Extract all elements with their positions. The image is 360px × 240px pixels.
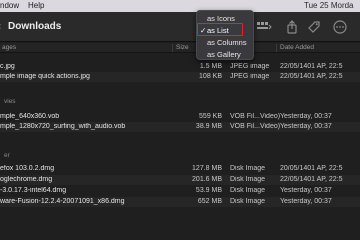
file-size: 127.8 MB (192, 165, 222, 172)
file-name: mple_1280x720_surfing_with_audio.vob (0, 123, 126, 130)
file-size: 1.5 MB (199, 63, 222, 70)
file-row[interactable]: oglechrome.dmg 201.6 MB Disk Image 22/05… (0, 175, 360, 185)
file-row[interactable]: c.jpg 1.5 MB JPEG image 22/05/1401 AP, 2… (0, 62, 360, 72)
group-header: vies (4, 98, 16, 105)
group-by-icon[interactable] (256, 19, 272, 35)
window-title: Downloads (8, 21, 62, 32)
view-mode-menu: as Icons ✓ as List as Columns as Gallery (196, 10, 254, 60)
file-size: 201.6 MB (192, 176, 222, 183)
file-name: ware-Fusion-12.2.4-20071091_x86.dmg (0, 198, 125, 205)
file-name: efox 103.0.2.dmg (0, 165, 55, 172)
file-row[interactable]: ware-Fusion-12.2.4-20071091_x86.dmg 652 … (0, 197, 360, 207)
finder-toolbar: ‹ Downloads (0, 12, 360, 42)
column-name[interactable]: ages (2, 44, 16, 51)
column-size[interactable]: Size (176, 44, 189, 51)
file-row[interactable]: mple_640x360.vob 559 KB VOB Fil...Video)… (0, 112, 360, 122)
view-as-columns-label: as Columns (207, 38, 247, 47)
group-header: er (4, 152, 10, 159)
file-name: -3.0.17.3-intel64.dmg (0, 187, 67, 194)
file-date: Yesterday, 00:37 (280, 187, 332, 194)
column-divider[interactable] (276, 44, 277, 52)
file-date: 22/05/1401 AP, 22:5 (280, 176, 343, 183)
file-name: c.jpg (0, 63, 15, 70)
file-name: oglechrome.dmg (0, 176, 53, 183)
file-name: mple image quick actions.jpg (0, 73, 90, 80)
file-date: 20/05/1401 AP, 22:5 (280, 165, 343, 172)
file-date: Yesterday, 00:37 (280, 113, 332, 120)
file-name: mple_640x360.vob (0, 113, 60, 120)
column-date-added[interactable]: Date Added (280, 44, 314, 51)
file-size: 38.9 MB (195, 123, 222, 130)
file-row[interactable]: mple image quick actions.jpg 108 KB JPEG… (0, 72, 360, 82)
file-row[interactable]: -3.0.17.3-intel64.dmg 53.9 MB Disk Image… (0, 186, 360, 196)
file-date: 22/05/1401 AP, 22:5 (280, 73, 343, 80)
file-size: 53.9 MB (195, 187, 222, 194)
menubar-clock[interactable]: Tue 25 Morda (304, 1, 354, 10)
menu-window[interactable]: ndow (0, 1, 19, 10)
view-as-columns-item[interactable]: as Columns (197, 37, 255, 48)
column-divider[interactable] (172, 44, 173, 52)
file-size: 108 KB (199, 73, 222, 80)
view-as-gallery-label: as Gallery (207, 50, 241, 59)
back-icon[interactable]: ‹ (0, 21, 1, 32)
column-header: ages Size Kind Date Added (0, 43, 360, 53)
view-as-gallery-item[interactable]: as Gallery (197, 49, 255, 60)
menu-bar: ndow Help Tue 25 Morda (0, 0, 360, 12)
file-date: Yesterday, 00:37 (280, 123, 332, 130)
tag-icon[interactable] (306, 19, 322, 35)
view-as-icons-label: as Icons (207, 14, 235, 23)
file-date: 22/05/1401 AP, 22:5 (280, 63, 343, 70)
action-menu-icon[interactable] (332, 19, 348, 35)
file-size: 652 MB (197, 198, 222, 205)
file-row[interactable]: mple_1280x720_surfing_with_audio.vob 38.… (0, 122, 360, 132)
file-size: 559 KB (199, 113, 222, 120)
menu-help[interactable]: Help (28, 1, 44, 10)
finder-window: ‹ Downloads ages Size Kind Date Added c.… (0, 12, 360, 240)
share-icon[interactable] (284, 19, 300, 35)
highlight-box (197, 23, 243, 36)
file-date: Yesterday, 00:37 (280, 198, 332, 205)
file-row[interactable]: efox 103.0.2.dmg 127.8 MB Disk Image 20/… (0, 164, 360, 174)
